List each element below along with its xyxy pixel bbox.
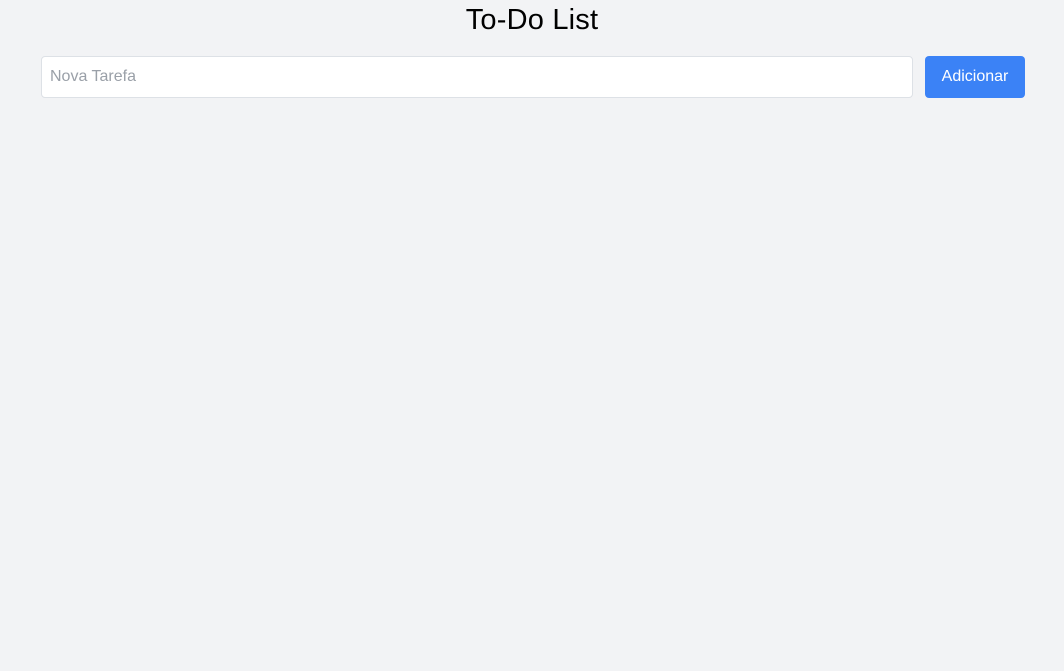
todo-app: To-Do List Adicionar [0,0,1064,671]
page-title: To-Do List [465,4,599,36]
new-task-form: Adicionar [41,56,1025,98]
new-task-input[interactable] [41,56,913,98]
add-task-button[interactable]: Adicionar [925,56,1025,98]
